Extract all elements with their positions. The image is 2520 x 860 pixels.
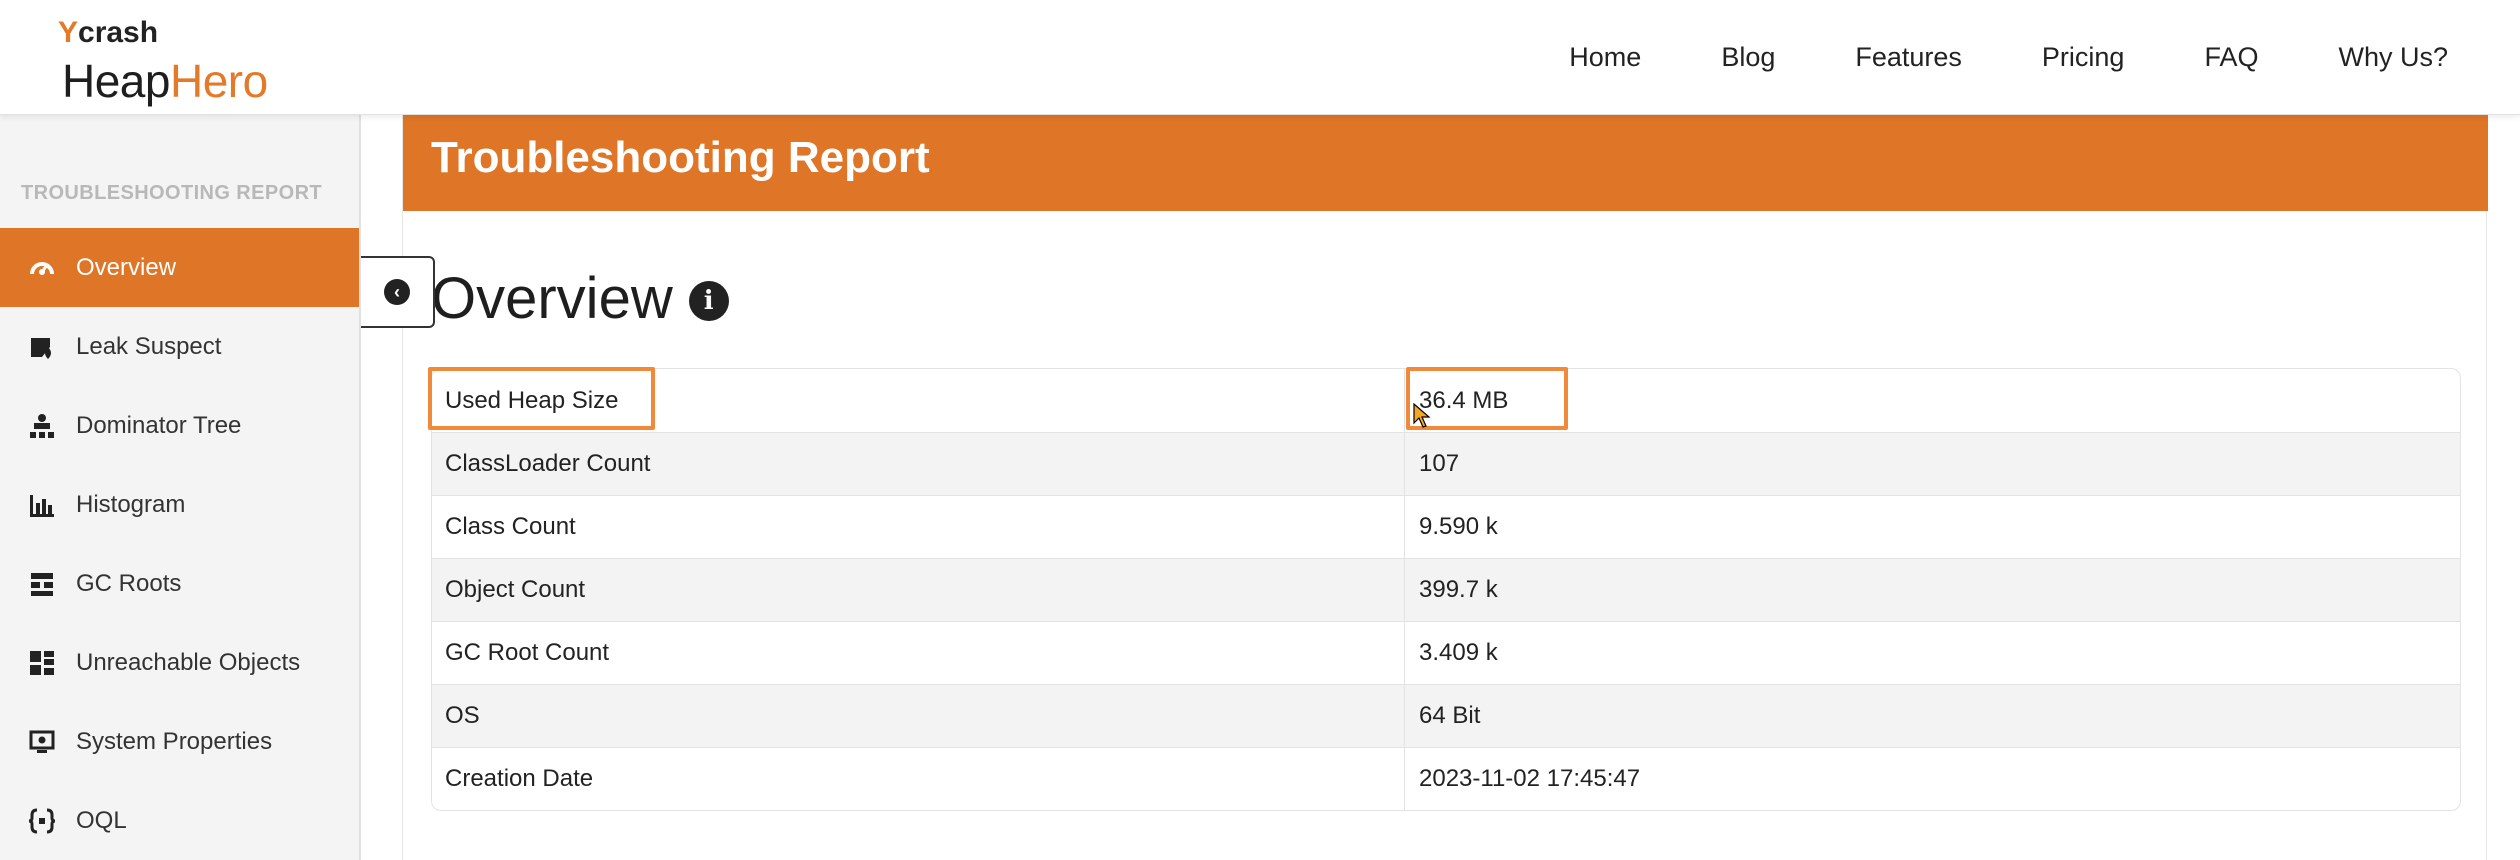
table-row: Creation Date 2023-11-02 17:45:47: [432, 747, 2460, 810]
section-heading: Overview: [431, 266, 673, 331]
row-value: 2023-11-02 17:45:47: [1419, 765, 1641, 792]
heaphero-logo[interactable]: Ycrash HeapHero: [58, 10, 298, 107]
report-title: Troubleshooting Report: [431, 133, 930, 182]
row-value: 64 Bit: [1419, 702, 1481, 729]
table-row: Object Count 399.7 k: [432, 558, 2460, 621]
row-key: ClassLoader Count: [432, 433, 1405, 495]
report-content: Troubleshooting Report Overview i Used H…: [402, 115, 2488, 860]
nav-blog[interactable]: Blog: [1721, 42, 1775, 73]
sidebar-item-label: System Properties: [76, 727, 273, 755]
info-icon[interactable]: i: [688, 280, 729, 321]
row-key: OS: [432, 685, 1405, 747]
sidebar-item-histogram[interactable]: Histogram: [0, 465, 359, 544]
row-value: 107: [1419, 450, 1460, 477]
sidebar-collapse-button[interactable]: ‹: [361, 256, 435, 328]
leak-suspect-icon: [26, 331, 58, 363]
row-value: 3.409 k: [1419, 639, 1498, 666]
row-value: 9.590 k: [1419, 513, 1498, 540]
ycrash-brand: Ycrash: [58, 16, 159, 49]
heaphero-wordmark: HeapHero: [62, 55, 268, 107]
nav-features[interactable]: Features: [1855, 42, 1962, 73]
sidebar-item-unreachable-objects[interactable]: Unreachable Objects: [0, 623, 359, 702]
sidebar-section-title: TROUBLESHOOTING REPORT: [21, 182, 323, 204]
unreachable-objects-icon: [26, 647, 58, 679]
row-value: 399.7 k: [1419, 576, 1498, 603]
sidebar-item-gc-roots[interactable]: GC Roots: [0, 544, 359, 623]
overview-heading: Overview i: [431, 265, 729, 332]
gc-roots-icon: [26, 568, 58, 600]
system-properties-icon: [26, 726, 58, 758]
sidebar-item-leak-suspect[interactable]: Leak Suspect: [0, 307, 359, 386]
top-navbar: Ycrash HeapHero Home Blog Features Prici…: [0, 0, 2520, 115]
sidebar-item-label: GC Roots: [76, 569, 182, 597]
sidebar-item-system-properties[interactable]: System Properties: [0, 702, 359, 781]
table-row: GC Root Count 3.409 k: [432, 621, 2460, 684]
sidebar: TROUBLESHOOTING REPORT Overview Leak Sus…: [0, 115, 361, 860]
histogram-icon: [26, 489, 58, 521]
oql-icon: [26, 805, 58, 837]
sidebar-item-label: Overview: [76, 253, 177, 281]
nav-faq[interactable]: FAQ: [2204, 42, 2258, 73]
nav-why-us[interactable]: Why Us?: [2338, 42, 2448, 73]
sidebar-item-label: Leak Suspect: [76, 332, 222, 360]
sidebar-menu: Overview Leak Suspect Dominator Tree His…: [0, 228, 359, 860]
chevron-left-icon: ‹: [384, 279, 410, 305]
sidebar-item-dominator-tree[interactable]: Dominator Tree: [0, 386, 359, 465]
dominator-tree-icon: [26, 410, 58, 442]
overview-table: Used Heap Size 36.4 MB ClassLoader Count…: [431, 368, 2461, 811]
row-key: Class Count: [432, 496, 1405, 558]
table-row: OS 64 Bit: [432, 684, 2460, 747]
nav-pricing[interactable]: Pricing: [2042, 42, 2125, 73]
sidebar-item-oql[interactable]: OQL: [0, 781, 359, 860]
highlight-box-used-heap-size: [428, 367, 655, 430]
dashboard-icon: [26, 252, 58, 284]
row-key: Object Count: [432, 559, 1405, 621]
sidebar-item-label: Unreachable Objects: [76, 648, 301, 676]
main-nav: Home Blog Features Pricing FAQ Why Us?: [1489, 0, 2448, 115]
sidebar-item-label: OQL: [76, 806, 127, 834]
table-row: ClassLoader Count 107: [432, 432, 2460, 495]
row-key: GC Root Count: [432, 622, 1405, 684]
mouse-cursor-icon: [1413, 403, 1431, 428]
report-banner: Troubleshooting Report: [403, 115, 2488, 211]
nav-home[interactable]: Home: [1569, 42, 1641, 73]
row-key: Creation Date: [432, 748, 1405, 810]
sidebar-item-label: Dominator Tree: [76, 411, 242, 439]
table-row: Class Count 9.590 k: [432, 495, 2460, 558]
sidebar-item-overview[interactable]: Overview: [0, 228, 359, 307]
sidebar-item-label: Histogram: [76, 490, 186, 518]
